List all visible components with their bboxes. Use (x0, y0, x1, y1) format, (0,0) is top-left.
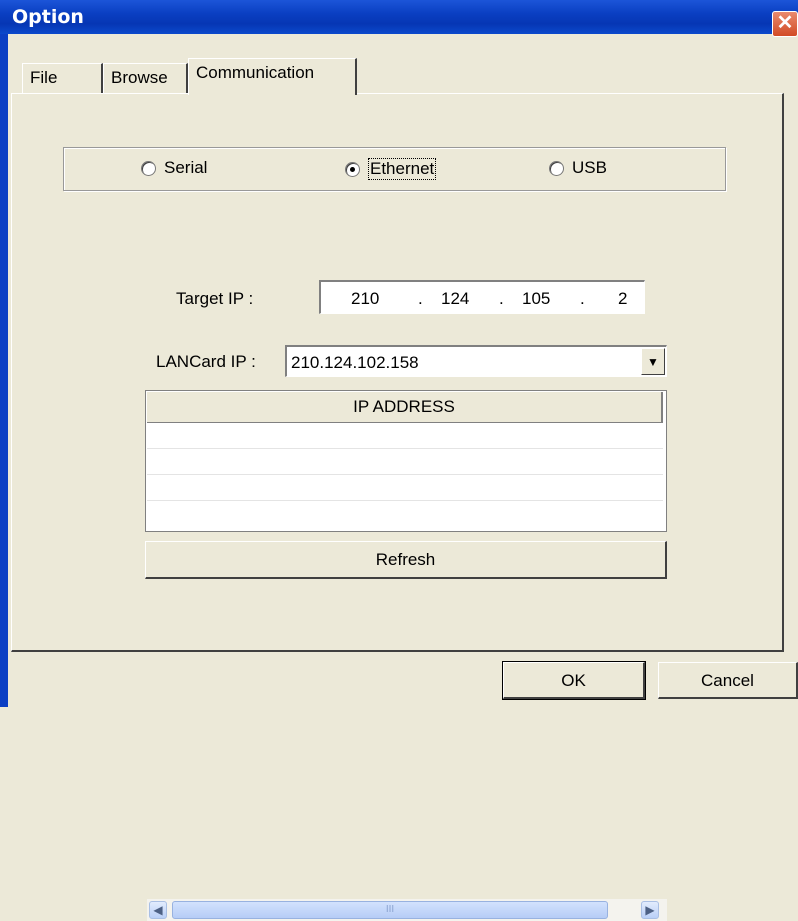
chevron-down-icon: ▼ (647, 355, 659, 369)
ip-octet-3[interactable]: 105 (522, 289, 550, 309)
close-icon: ✕ (776, 12, 794, 34)
refresh-button[interactable]: Refresh (145, 541, 667, 579)
horizontal-scrollbar[interactable]: ◀ III ▶ (147, 899, 667, 921)
ip-octet-4[interactable]: 2 (618, 289, 627, 309)
chevron-right-icon: ▶ (645, 903, 655, 917)
tab-label: Browse (111, 68, 168, 87)
lancard-ip-value: 210.124.102.158 (291, 353, 419, 372)
tab-communication[interactable]: Communication (188, 58, 357, 95)
cancel-button[interactable]: Cancel (658, 662, 798, 699)
tab-file[interactable]: File (22, 63, 103, 94)
chevron-left-icon: ◀ (153, 903, 163, 917)
scroll-left-button[interactable]: ◀ (149, 901, 167, 919)
tab-label: File (30, 68, 58, 87)
lancard-ip-label: LANCard IP : (156, 352, 256, 371)
radio-serial[interactable]: Serial (141, 158, 207, 178)
ip-separator: . (580, 289, 585, 308)
window-title: Option (12, 6, 84, 28)
scroll-right-button[interactable]: ▶ (641, 901, 659, 919)
close-button[interactable]: ✕ (772, 11, 798, 37)
radio-label: USB (572, 158, 607, 177)
radio-usb[interactable]: USB (549, 158, 607, 178)
window-frame-left (0, 34, 8, 707)
ip-separator: . (499, 289, 504, 308)
radio-label: Serial (164, 158, 208, 177)
lancard-ip-select[interactable]: 210.124.102.158 ▼ (285, 345, 667, 377)
dropdown-button[interactable]: ▼ (641, 348, 665, 375)
ip-separator: . (418, 289, 423, 308)
ok-button[interactable]: OK (502, 661, 646, 700)
ip-address-list[interactable]: IP ADDRESS ◀ III ▶ (145, 390, 667, 921)
ip-octet-1[interactable]: 210 (351, 289, 379, 309)
target-ip-input[interactable]: 210 . 124 . 105 . 2 (319, 280, 645, 314)
radio-label: Ethernet (368, 158, 437, 180)
tab-label: Communication (196, 63, 315, 82)
radio-button-checked[interactable] (345, 161, 360, 177)
column-header-ip-address[interactable]: IP ADDRESS (147, 392, 663, 423)
radio-button[interactable] (549, 160, 564, 176)
list-row[interactable] (147, 475, 663, 501)
target-ip-label: Target IP : (176, 289, 254, 308)
list-row[interactable] (147, 449, 663, 475)
radio-button[interactable] (141, 160, 156, 176)
radio-ethernet[interactable]: Ethernet (345, 158, 437, 180)
scroll-thumb[interactable]: III (172, 901, 608, 919)
scroll-thumb-grip: III (385, 904, 395, 915)
list-row[interactable] (147, 423, 663, 449)
ip-octet-2[interactable]: 124 (441, 289, 469, 309)
tab-browse[interactable]: Browse (103, 63, 188, 94)
title-bar: Option (0, 0, 798, 34)
